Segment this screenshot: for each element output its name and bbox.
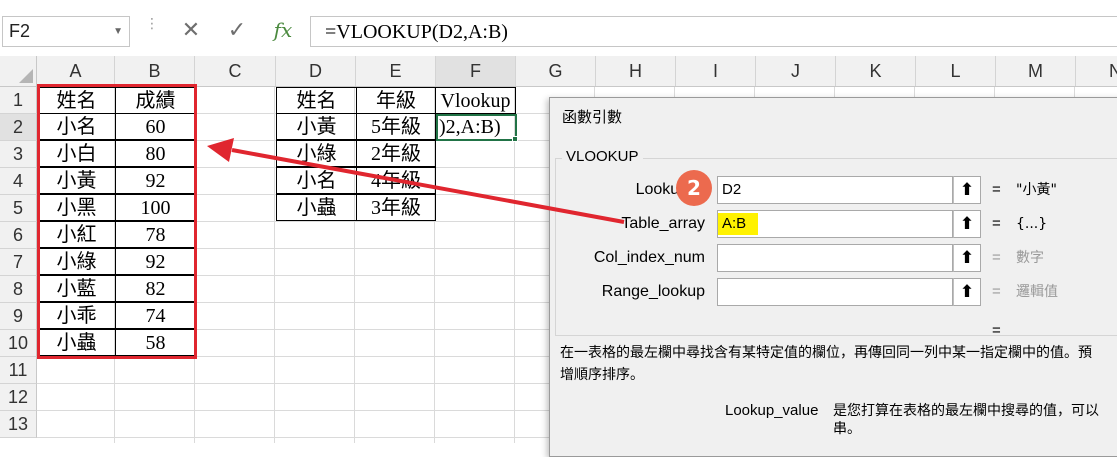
step-number-badge: 2 bbox=[676, 170, 712, 206]
annotation-arrow bbox=[207, 138, 625, 224]
arrow-head bbox=[207, 138, 234, 162]
arrow-shaft bbox=[231, 148, 625, 224]
